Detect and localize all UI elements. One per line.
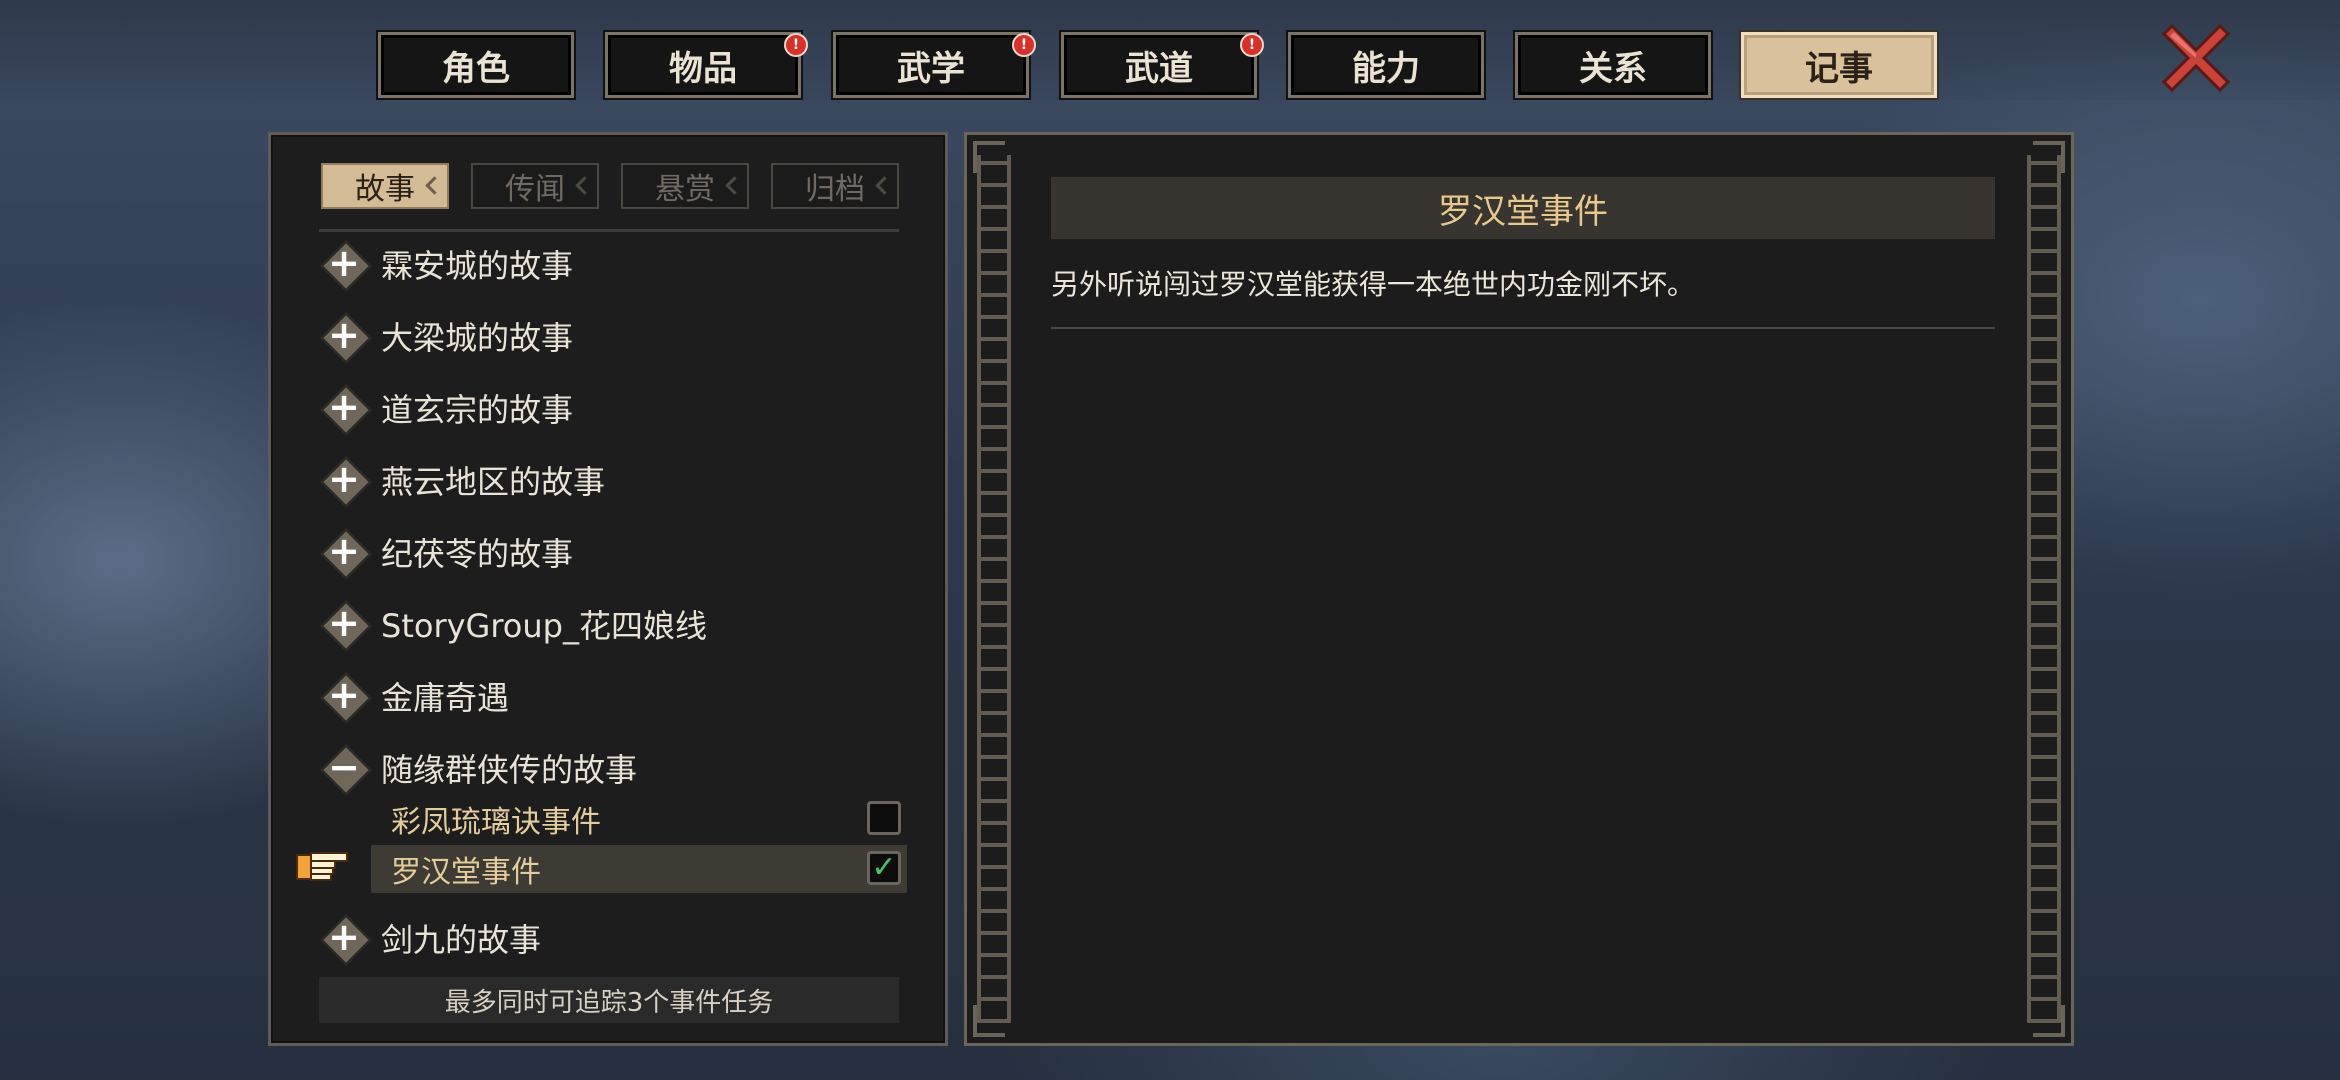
tab-items[interactable]: 物品 ! (605, 32, 808, 98)
event-detail-panel: 罗汉堂事件 另外听说闯过罗汉堂能获得一本绝世内功金刚不坏。 (964, 132, 2074, 1046)
subtab-stories[interactable]: 故事 (321, 163, 449, 209)
story-group[interactable]: + 金庸奇遇 (321, 665, 509, 727)
tab-abilities[interactable]: 能力 (1288, 32, 1484, 98)
event-item[interactable]: 彩凤琉璃诀事件 (371, 795, 907, 843)
meander-border (977, 155, 1011, 1023)
alert-badge-icon: ! (784, 33, 808, 57)
tab-martial-way[interactable]: 武道 ! (1061, 32, 1264, 98)
tab-journal[interactable]: 记事 (1741, 32, 1937, 98)
story-group[interactable]: + 纪茯苓的故事 (321, 521, 573, 583)
story-list-panel: 故事 传闻 悬赏 归档 + 霖安城的故事 + 大梁城的故事 + 道玄宗的故事 +… (268, 132, 948, 1046)
expand-plus-icon: + (321, 457, 367, 503)
story-group-label: StoryGroup_花四娘线 (381, 607, 707, 645)
tab-relations[interactable]: 关系 (1515, 32, 1711, 98)
subtab-bounties[interactable]: 悬赏 (621, 163, 749, 209)
story-group-label: 纪茯苓的故事 (381, 535, 574, 573)
track-checkbox-checked[interactable]: ✓ (867, 851, 901, 885)
pointing-hand-icon (296, 852, 348, 881)
event-item-label: 罗汉堂事件 (391, 855, 541, 890)
subtab-label: 故事 (355, 172, 415, 207)
expand-plus-icon: + (321, 915, 367, 961)
story-group[interactable]: + 燕云地区的故事 (321, 449, 605, 511)
tab-label: 关系 (1579, 48, 1647, 89)
event-item-selected[interactable]: 罗汉堂事件 ✓ (371, 845, 907, 893)
expand-plus-icon: + (321, 529, 367, 575)
tab-label: 物品 (669, 48, 737, 89)
tab-martial-arts[interactable]: 武学 ! (833, 32, 1036, 98)
expand-plus-icon: + (321, 313, 367, 359)
meander-border (2027, 155, 2061, 1023)
expand-plus-icon: + (321, 385, 367, 431)
event-title: 罗汉堂事件 (1051, 177, 1995, 239)
story-group[interactable]: + 大梁城的故事 (321, 305, 573, 367)
story-group-label: 霖安城的故事 (381, 247, 574, 285)
alert-badge-icon: ! (1240, 33, 1264, 57)
story-group-label: 剑九的故事 (381, 921, 542, 959)
expand-plus-icon: + (321, 241, 367, 287)
subtab-label: 归档 (805, 172, 865, 207)
tab-label: 角色 (442, 48, 510, 89)
expand-plus-icon: + (321, 601, 367, 647)
event-description: 另外听说闯过罗汉堂能获得一本绝世内功金刚不坏。 (1051, 268, 1696, 301)
close-x-icon (2161, 23, 2231, 93)
tab-label: 武学 (897, 48, 965, 89)
alert-badge-icon: ! (1012, 33, 1036, 57)
sub-tabs: 故事 传闻 悬赏 归档 (321, 163, 899, 209)
expand-plus-icon: + (321, 673, 367, 719)
collapse-minus-icon: − (321, 745, 367, 791)
story-group-label: 燕云地区的故事 (381, 463, 606, 501)
tab-label: 武道 (1125, 48, 1193, 89)
event-item-label: 彩凤琉璃诀事件 (391, 805, 601, 840)
subtab-label: 悬赏 (655, 172, 715, 207)
subtab-archive[interactable]: 归档 (771, 163, 899, 209)
tab-label: 记事 (1805, 48, 1873, 89)
tracking-limit-note: 最多同时可追踪3个事件任务 (319, 977, 899, 1023)
story-group[interactable]: + 霖安城的故事 (321, 233, 573, 295)
story-group[interactable]: + 道玄宗的故事 (321, 377, 573, 439)
tab-label: 能力 (1352, 48, 1420, 89)
story-group-label: 道玄宗的故事 (381, 391, 574, 429)
story-group[interactable]: + 剑九的故事 (321, 907, 541, 969)
story-group[interactable]: + StoryGroup_花四娘线 (321, 593, 707, 655)
divider (319, 229, 899, 232)
check-icon: ✓ (871, 850, 897, 885)
story-group-label: 随缘群侠传的故事 (381, 751, 638, 789)
subtab-label: 传闻 (505, 172, 565, 207)
close-button[interactable] (2156, 18, 2236, 98)
divider (1051, 327, 1995, 329)
tab-character[interactable]: 角色 (378, 32, 574, 98)
story-group-label: 金庸奇遇 (381, 679, 510, 717)
story-group-label: 大梁城的故事 (381, 319, 574, 357)
subtab-rumors[interactable]: 传闻 (471, 163, 599, 209)
track-checkbox[interactable] (867, 801, 901, 835)
story-group-expanded[interactable]: − 随缘群侠传的故事 (321, 737, 637, 799)
